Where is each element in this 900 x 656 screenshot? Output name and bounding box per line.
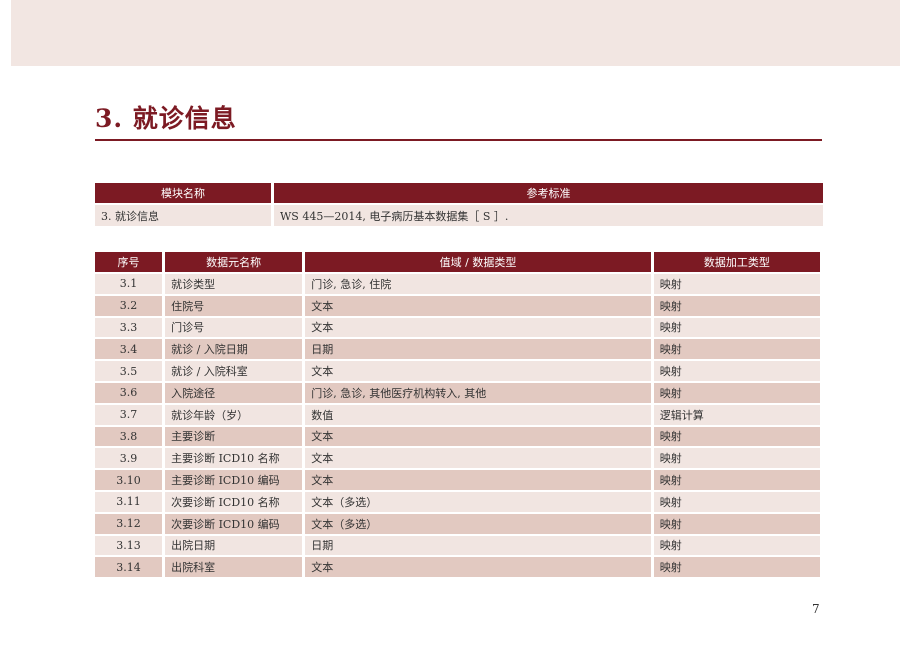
header-processing-type: 数据加工类型 [653, 252, 820, 272]
seq-cell: 3.1 [95, 274, 163, 294]
processing-type-cell: 映射 [653, 426, 820, 447]
header-module-name: 模块名称 [95, 183, 271, 203]
table-row: 3.2 住院号 文本 映射 [95, 295, 820, 316]
processing-type-cell: 映射 [653, 317, 820, 338]
seq-cell: 3.2 [95, 295, 163, 316]
header-seq: 序号 [95, 252, 163, 272]
elements-table-header-row: 序号 数据元名称 值域 / 数据类型 数据加工类型 [95, 252, 820, 272]
processing-type-cell: 逻辑计算 [653, 404, 820, 425]
processing-type-cell: 映射 [653, 557, 820, 578]
value-type-cell: 门诊, 急诊, 其他医疗机构转入, 其他 [305, 382, 651, 403]
heading-rule [95, 139, 822, 141]
table-row: 3.8 主要诊断 文本 映射 [95, 426, 820, 447]
table-row: 3.11 次要诊断 ICD10 名称 文本（多选） 映射 [95, 491, 820, 512]
table-row: 3.10 主要诊断 ICD10 编码 文本 映射 [95, 470, 820, 490]
module-table: 模块名称 参考标准 3. 就诊信息 WS 445—2014, 电子病历基本数据集… [92, 181, 826, 228]
seq-cell: 3.10 [95, 470, 163, 490]
processing-type-cell: 映射 [653, 535, 820, 556]
top-band [11, 0, 900, 66]
element-name-cell: 主要诊断 ICD10 名称 [165, 448, 303, 469]
value-type-cell: 文本 [305, 426, 651, 447]
header-element-name: 数据元名称 [165, 252, 303, 272]
header-value-type: 值域 / 数据类型 [305, 252, 651, 272]
element-name-cell: 主要诊断 [165, 426, 303, 447]
processing-type-cell: 映射 [653, 274, 820, 294]
table-row: 3.1 就诊类型 门诊, 急诊, 住院 映射 [95, 274, 820, 294]
element-name-cell: 门诊号 [165, 317, 303, 338]
value-type-cell: 数值 [305, 404, 651, 425]
value-type-cell: 日期 [305, 535, 651, 556]
module-table-header-row: 模块名称 参考标准 [95, 183, 823, 203]
page-number: 7 [812, 602, 820, 616]
seq-cell: 3.7 [95, 404, 163, 425]
section-heading: 3. 就诊信息 [95, 104, 237, 133]
seq-cell: 3.9 [95, 448, 163, 469]
processing-type-cell: 映射 [653, 361, 820, 381]
value-type-cell: 文本 [305, 470, 651, 490]
seq-cell: 3.8 [95, 426, 163, 447]
value-type-cell: 文本 [305, 448, 651, 469]
data-elements-table: 序号 数据元名称 值域 / 数据类型 数据加工类型 3.1 就诊类型 门诊, 急诊,… [92, 250, 823, 579]
value-type-cell: 文本 [305, 317, 651, 338]
processing-type-cell: 映射 [653, 513, 820, 534]
seq-cell: 3.14 [95, 557, 163, 578]
seq-cell: 3.6 [95, 382, 163, 403]
seq-cell: 3.11 [95, 491, 163, 512]
element-name-cell: 次要诊断 ICD10 编码 [165, 513, 303, 534]
value-type-cell: 文本（多选） [305, 513, 651, 534]
value-type-cell: 文本 [305, 295, 651, 316]
processing-type-cell: 映射 [653, 470, 820, 490]
element-name-cell: 就诊 / 入院日期 [165, 339, 303, 360]
table-row: 3.9 主要诊断 ICD10 名称 文本 映射 [95, 448, 820, 469]
element-name-cell: 就诊类型 [165, 274, 303, 294]
element-name-cell: 主要诊断 ICD10 编码 [165, 470, 303, 490]
table-row: 3.4 就诊 / 入院日期 日期 映射 [95, 339, 820, 360]
element-name-cell: 就诊年龄（岁） [165, 404, 303, 425]
value-type-cell: 日期 [305, 339, 651, 360]
seq-cell: 3.13 [95, 535, 163, 556]
element-name-cell: 出院日期 [165, 535, 303, 556]
module-name-cell: 3. 就诊信息 [95, 205, 271, 226]
table-row: 3.7 就诊年龄（岁） 数值 逻辑计算 [95, 404, 820, 425]
table-row: 3.14 出院科室 文本 映射 [95, 557, 820, 578]
seq-cell: 3.3 [95, 317, 163, 338]
reference-standard-cell: WS 445—2014, 电子病历基本数据集［ S ］. [274, 205, 823, 226]
processing-type-cell: 映射 [653, 339, 820, 360]
element-name-cell: 就诊 / 入院科室 [165, 361, 303, 381]
seq-cell: 3.12 [95, 513, 163, 534]
table-row: 3.3 门诊号 文本 映射 [95, 317, 820, 338]
element-name-cell: 住院号 [165, 295, 303, 316]
value-type-cell: 门诊, 急诊, 住院 [305, 274, 651, 294]
header-reference-standard: 参考标准 [274, 183, 823, 203]
table-row: 3.6 入院途径 门诊, 急诊, 其他医疗机构转入, 其他 映射 [95, 382, 820, 403]
value-type-cell: 文本（多选） [305, 491, 651, 512]
value-type-cell: 文本 [305, 361, 651, 381]
seq-cell: 3.4 [95, 339, 163, 360]
processing-type-cell: 映射 [653, 448, 820, 469]
processing-type-cell: 映射 [653, 491, 820, 512]
table-row: 3.13 出院日期 日期 映射 [95, 535, 820, 556]
table-row: 3.12 次要诊断 ICD10 编码 文本（多选） 映射 [95, 513, 820, 534]
processing-type-cell: 映射 [653, 295, 820, 316]
value-type-cell: 文本 [305, 557, 651, 578]
seq-cell: 3.5 [95, 361, 163, 381]
table-row: 3.5 就诊 / 入院科室 文本 映射 [95, 361, 820, 381]
element-name-cell: 出院科室 [165, 557, 303, 578]
processing-type-cell: 映射 [653, 382, 820, 403]
element-name-cell: 入院途径 [165, 382, 303, 403]
module-table-row: 3. 就诊信息 WS 445—2014, 电子病历基本数据集［ S ］. [95, 205, 823, 226]
element-name-cell: 次要诊断 ICD10 名称 [165, 491, 303, 512]
